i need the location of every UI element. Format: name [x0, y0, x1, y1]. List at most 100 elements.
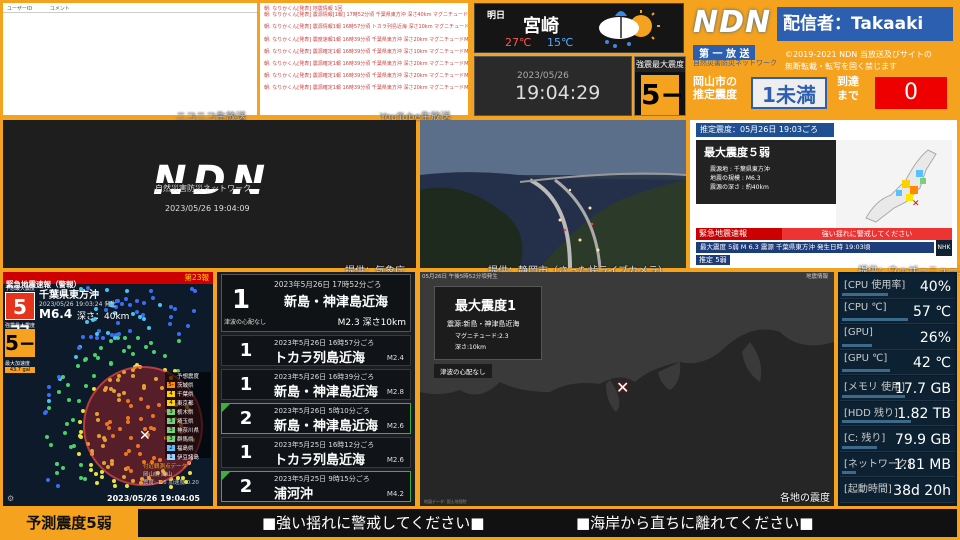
resource-value: 17.7 GB: [894, 380, 951, 397]
station-dot: [93, 472, 98, 477]
latest-quake-card[interactable]: 1 2023年5月26日 17時52分ごろ 新島・神津島近海 津波の心配なし M…: [221, 274, 411, 332]
ndn-stream-logo: NDN: [153, 158, 272, 204]
tv-news-panel[interactable]: 推定震度：05月26日 19:03ごろ 最大震度５弱 震源地 : 千葉県東方沖 …: [690, 120, 957, 268]
station-dot: [77, 346, 82, 351]
copyright-line2: 無断転載・転写を固く禁じます: [785, 62, 897, 71]
eew-intensity: 5弱: [5, 292, 35, 347]
quake-mag: M2.6: [386, 422, 404, 430]
station-dot: [70, 417, 75, 422]
broadcaster-name: 配信者：Takaaki: [777, 7, 953, 41]
quake-list-item[interactable]: 1 2023年5月26日 16時57分ごろ トカラ列島近海 M2.4: [221, 335, 411, 366]
quake-name: 浦河沖: [274, 487, 314, 502]
news-japan-map: ✕: [836, 140, 952, 230]
news-line2: 地震の規模 : M6.3: [710, 175, 761, 182]
legend-intensity: 4: [167, 391, 175, 397]
station-dot: [125, 289, 130, 294]
legend-row: 4 千葉県: [167, 390, 209, 398]
station-dot: [151, 296, 156, 301]
station-dot: [151, 349, 156, 354]
resource-bar: [842, 369, 891, 372]
station-dot: [44, 435, 49, 440]
legend-row: 5- 茨城県: [167, 381, 209, 389]
station-dot: [122, 348, 127, 353]
station-dot: [47, 385, 52, 390]
station-dot: [84, 356, 89, 361]
quake-list-item[interactable]: 1 2023年5月26日 16時39分ごろ 新島・神津島近海 M2.8: [221, 369, 411, 400]
eew-depth: 深さ：40km: [77, 312, 130, 322]
live-camera-panel[interactable]: [420, 120, 686, 268]
legend-pref: 神奈川県: [177, 428, 200, 434]
resource-label: [CPU 使用率]: [844, 280, 906, 291]
station-dot: [116, 331, 121, 336]
ticker-label: 予測震度5弱: [3, 509, 135, 537]
quake-list-panel[interactable]: 1 2023年5月26日 17時52分ごろ 新島・神津島近海 津波の心配なし M…: [217, 272, 415, 506]
weathernews-map-panel[interactable]: 05月26日 午後5時52分頃発生 地震情報 最大震度1 震源:新島・神津島近海…: [420, 272, 834, 506]
eew-count: 第23報: [184, 273, 209, 282]
obs-line2: 震度:-1.6 加速度 0.20: [143, 480, 199, 486]
station-dot: [66, 382, 71, 387]
station-dot: [77, 399, 81, 404]
clock-panel: 2023/05/26 19:04:29: [474, 56, 632, 116]
comment-header: ユーザーID コメント: [3, 3, 257, 13]
station-dot: [141, 301, 146, 306]
station-dot: [141, 316, 146, 321]
station-dot: [94, 335, 99, 340]
station-dot: [83, 477, 87, 482]
resource-value: 1.81 MB: [893, 457, 951, 473]
legend-pref: 栃木県: [177, 410, 194, 416]
station-dot: [130, 312, 135, 317]
arrival-seconds: 0: [875, 77, 947, 109]
station-dot: [49, 443, 54, 448]
station-dot: [172, 307, 177, 312]
youtube-comment-panel[interactable]: 朝: なりかくん[発表] 地震情報 1回 朝: なりかくん[発表] 震源情報[1報…: [260, 3, 468, 115]
user-id-column: ユーザーID: [7, 6, 33, 12]
station-dot: [119, 301, 124, 306]
eew-legend: 予想震度 5- 茨城県 4 千葉県 4 東京都 3 栃木県 3 埼玉県 3 神奈川県 3 群馬県 2 福島県 1…: [165, 372, 211, 461]
ndn-stream-panel[interactable]: NDN 自然災害防災ネットワーク 2023/05/26 19:04:09: [3, 120, 416, 268]
latest-tsunami: 津波の心配なし: [224, 319, 267, 326]
copyright-line1: ©2019-2021 NDN 当放送及びサイトの: [785, 50, 932, 59]
station-dot: [101, 335, 106, 340]
highway-scene: [420, 120, 686, 268]
news-line3: 震源の深さ : 約40km: [710, 184, 769, 191]
settings-gear-icon[interactable]: ⚙: [7, 494, 14, 503]
quake-intensity: 1: [239, 340, 253, 361]
latest-time: 2023年5月26日 17時52分ごろ: [274, 280, 382, 289]
station-dot: [64, 422, 69, 427]
brand-block: NDN 配信者：Takaaki 第 一 放 送 自然災害防災ネットワーク ©20…: [689, 3, 957, 117]
svg-text:✕: ✕: [912, 199, 920, 209]
quake-name: トカラ列島近海: [274, 351, 366, 366]
resource-row: [GPU] 26%: [840, 325, 955, 350]
brand-sub: 自然災害防災ネットワーク: [693, 59, 777, 67]
station-dot: [167, 321, 172, 326]
comment-line: 朝: なりかくん[発表] 震源確定1報 16時39分頃 千葉県東方沖 深さ10k…: [264, 48, 468, 55]
eew-max-label: 予想最大震度: [5, 286, 36, 292]
epicenter-icon: ✕: [139, 428, 151, 444]
station-dot: [66, 398, 71, 403]
station-dot: [46, 477, 51, 482]
quake-list-item[interactable]: 2 2023年5月25日 9時15分ごろ 浦河沖 M4.2: [221, 471, 411, 502]
station-dot: [191, 308, 196, 313]
comment-line: 朝: なりかくん[発表] 震源情報1報 16時57分頃 トカラ列島近海 深さ10…: [264, 24, 468, 31]
resource-label: [起動時間]: [844, 484, 892, 495]
max-intensity-label: 強震最大震度: [635, 57, 685, 72]
station-dot: [189, 287, 194, 292]
news-alert-title: 緊急地震速報: [696, 228, 782, 240]
eew-timestamp: 2023/05/26 19:04:05: [107, 494, 200, 503]
station-dot: [91, 373, 96, 378]
news-tag: 推定 5弱: [696, 255, 730, 265]
quake-list-item[interactable]: 2 2023年5月26日 5時10分ごろ 新島・神津島近海 M2.6: [221, 403, 411, 434]
station-dot: [135, 298, 140, 303]
station-dot: [131, 351, 136, 356]
legend-pref: 茨城県: [177, 383, 194, 389]
niconico-comment-panel[interactable]: ユーザーID コメント: [3, 3, 257, 115]
legend-pref: 群馬県: [177, 437, 194, 443]
quake-list-item[interactable]: 1 2023年5月25日 16時12分ごろ トカラ列島近海 M2.6: [221, 437, 411, 468]
station-dot: [127, 345, 132, 350]
eew-map-panel[interactable]: ✕ 緊急地震速報（警報） 第23報 予想最大震度 5弱 千葉県東方沖 2023/…: [3, 272, 213, 506]
map-footer: 各地の震度: [780, 493, 830, 504]
station-dot: [169, 315, 174, 320]
resource-value: 38d 20h: [893, 482, 951, 499]
station-dot: [98, 345, 103, 350]
obs-title: 付近観測点データ: [143, 464, 188, 470]
